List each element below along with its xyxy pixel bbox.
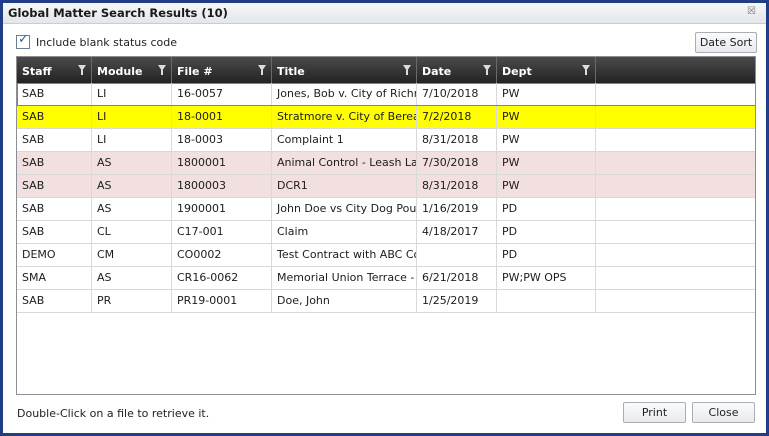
cell-dept[interactable]: PW xyxy=(497,152,596,174)
table-row[interactable]: SAB LI 18-0003 Complaint 1 8/31/2018 PW xyxy=(17,129,755,152)
cell-dept[interactable]: PW;PW OPS xyxy=(497,267,596,289)
retrieve-hint: Double-Click on a file to retrieve it. xyxy=(17,407,210,420)
table-row[interactable]: SMA AS CR16-0062 Memorial Union Terrace -6/… xyxy=(17,267,755,290)
table-row[interactable]: SAB AS 1900001 John Doe vs City Dog Pour 1/1… xyxy=(17,198,755,221)
cell-module[interactable]: LI xyxy=(92,83,172,105)
table-row[interactable]: SAB AS 1800003 DCR1 8/31/2018 PW xyxy=(17,175,755,198)
include-blank-checkbox[interactable]: ✓ xyxy=(16,32,30,49)
cell-title[interactable]: Animal Control - Leash Lav xyxy=(272,152,417,174)
filter-icon[interactable] xyxy=(403,65,411,75)
column-header-file[interactable]: File # xyxy=(172,57,272,83)
cell-file[interactable]: 16-0057 xyxy=(172,83,272,105)
cell-file[interactable]: 1900001 xyxy=(172,198,272,220)
cell-dept[interactable]: PW xyxy=(497,129,596,151)
table-row[interactable]: SAB CL C17-001 Claim 4/18/2017 PD xyxy=(17,221,755,244)
date-sort-button[interactable]: Date Sort xyxy=(695,32,757,53)
cell-module[interactable]: AS xyxy=(92,152,172,174)
cell-dept[interactable]: PD xyxy=(497,221,596,243)
grid-header: Staff Module File # Title Date Dept xyxy=(17,57,755,83)
cell-title[interactable]: Claim xyxy=(272,221,417,243)
close-window-icon[interactable]: ☒ xyxy=(747,6,756,17)
column-header-date[interactable]: Date xyxy=(417,57,497,83)
cell-staff[interactable]: SAB xyxy=(17,152,92,174)
cell-file[interactable]: 18-0003 xyxy=(172,129,272,151)
cell-file[interactable]: PR19-0001 xyxy=(172,290,272,312)
cell-staff[interactable]: SAB xyxy=(17,198,92,220)
cell-date[interactable]: 8/31/2018 xyxy=(417,175,497,197)
cell-dept[interactable]: PW xyxy=(497,106,596,128)
cell-date[interactable]: 7/10/2018 xyxy=(417,83,497,105)
column-header-staff[interactable]: Staff xyxy=(17,57,92,83)
cell-title[interactable]: John Doe vs City Dog Pour xyxy=(272,198,417,220)
cell-staff[interactable]: SMA xyxy=(17,267,92,289)
cell-staff[interactable]: SAB xyxy=(17,290,92,312)
cell-title[interactable]: Memorial Union Terrace - xyxy=(272,267,417,289)
filter-icon[interactable] xyxy=(582,65,590,75)
cell-date[interactable]: 6/21/2018 xyxy=(417,267,497,289)
cell-title[interactable]: Test Contract with ABC Co xyxy=(272,244,417,266)
cell-title[interactable]: Doe, John xyxy=(272,290,417,312)
cell-module[interactable]: AS xyxy=(92,175,172,197)
cell-dept[interactable] xyxy=(497,290,596,312)
cell-file[interactable]: CO0002 xyxy=(172,244,272,266)
cell-title[interactable]: Stratmore v. City of Berea xyxy=(272,106,417,128)
cell-staff[interactable]: SAB xyxy=(17,175,92,197)
cell-file[interactable]: 1800003 xyxy=(172,175,272,197)
cell-date[interactable]: 1/16/2019 xyxy=(417,198,497,220)
cell-title[interactable]: Complaint 1 xyxy=(272,129,417,151)
cell-module[interactable]: LI xyxy=(92,129,172,151)
cell-module[interactable]: PR xyxy=(92,290,172,312)
cell-module[interactable]: LI xyxy=(92,106,172,128)
cell-date[interactable]: 4/18/2017 xyxy=(417,221,497,243)
cell-dept[interactable]: PD xyxy=(497,198,596,220)
cell-file[interactable]: 18-0001 xyxy=(172,106,272,128)
column-header-title[interactable]: Title xyxy=(272,57,417,83)
cell-module[interactable]: AS xyxy=(92,267,172,289)
cell-title[interactable]: DCR1 xyxy=(272,175,417,197)
close-button[interactable]: Close xyxy=(692,402,755,423)
window-title: Global Matter Search Results (10) xyxy=(8,6,228,20)
cell-staff[interactable]: SAB xyxy=(17,106,92,128)
title-bar: Global Matter Search Results (10) ☒ xyxy=(3,3,766,24)
cell-file[interactable]: CR16-0062 xyxy=(172,267,272,289)
cell-dept[interactable]: PW xyxy=(497,83,596,105)
results-grid: Staff Module File # Title Date Dept SAB L… xyxy=(16,56,756,395)
filter-icon[interactable] xyxy=(158,65,166,75)
cell-module[interactable]: CL xyxy=(92,221,172,243)
filter-icon[interactable] xyxy=(258,65,266,75)
table-row[interactable]: SAB LI 18-0001 Stratmore v. City of Berea 7/… xyxy=(17,106,755,129)
cell-title[interactable]: Jones, Bob v. City of Richm xyxy=(272,83,417,105)
cell-staff[interactable]: SAB xyxy=(17,221,92,243)
grid-rows: SAB LI 16-0057 Jones, Bob v. City of Richm 7… xyxy=(17,83,755,313)
column-header-dept[interactable]: Dept xyxy=(497,57,596,83)
cell-file[interactable]: C17-001 xyxy=(172,221,272,243)
table-row[interactable]: SAB PR PR19-0001 Doe, John 1/25/2019 xyxy=(17,290,755,313)
table-row[interactable]: DEMO CM CO0002 Test Contract with ABC Co PD xyxy=(17,244,755,267)
include-blank-label[interactable]: Include blank status code xyxy=(36,36,177,49)
cell-dept[interactable]: PD xyxy=(497,244,596,266)
checkmark-icon: ✓ xyxy=(18,32,29,47)
filter-icon[interactable] xyxy=(78,65,86,75)
cell-date[interactable]: 7/2/2018 xyxy=(417,106,497,128)
filter-icon[interactable] xyxy=(483,65,491,75)
cell-date[interactable]: 1/25/2019 xyxy=(417,290,497,312)
cell-module[interactable]: AS xyxy=(92,198,172,220)
cell-staff[interactable]: SAB xyxy=(17,129,92,151)
footer-bar: Double-Click on a file to retrieve it. P… xyxy=(3,396,766,433)
column-header-module[interactable]: Module xyxy=(92,57,172,83)
table-row[interactable]: SAB LI 16-0057 Jones, Bob v. City of Richm 7… xyxy=(17,83,755,106)
options-bar: ✓ Include blank status code Date Sort xyxy=(3,24,766,56)
cell-module[interactable]: CM xyxy=(92,244,172,266)
cell-date[interactable] xyxy=(417,244,497,266)
print-button[interactable]: Print xyxy=(623,402,686,423)
cell-staff[interactable]: DEMO xyxy=(17,244,92,266)
cell-dept[interactable]: PW xyxy=(497,175,596,197)
cell-staff[interactable]: SAB xyxy=(17,83,92,105)
search-results-window: Global Matter Search Results (10) ☒ ✓ In… xyxy=(0,0,769,436)
cell-date[interactable]: 8/31/2018 xyxy=(417,129,497,151)
cell-file[interactable]: 1800001 xyxy=(172,152,272,174)
table-row[interactable]: SAB AS 1800001 Animal Control - Leash Lav 7/… xyxy=(17,152,755,175)
cell-date[interactable]: 7/30/2018 xyxy=(417,152,497,174)
